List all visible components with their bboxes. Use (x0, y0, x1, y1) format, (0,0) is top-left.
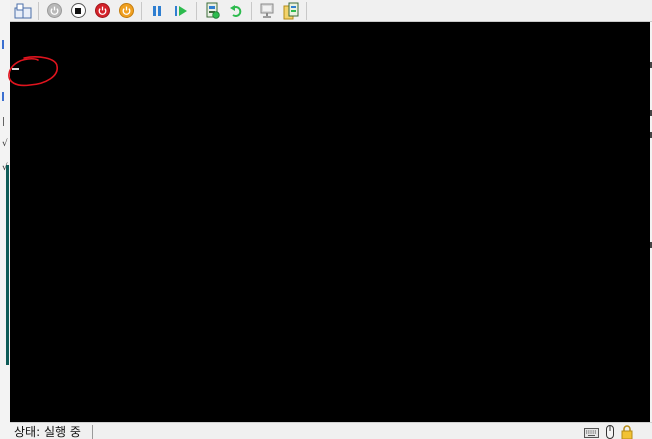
pause-button[interactable] (146, 1, 168, 21)
start-icon (46, 3, 62, 18)
vm-connection-window: | √ √ 상태: 실행 중 (0, 0, 652, 439)
toolbar-separator (196, 1, 197, 20)
save-state-icon (118, 3, 134, 18)
pause-icon (153, 5, 161, 16)
background-mark (2, 92, 4, 101)
background-accent-bar (6, 165, 9, 365)
toolbar (10, 0, 652, 22)
background-mark: √ (2, 139, 8, 149)
keyboard-icon (584, 428, 599, 438)
toolbar-separator (38, 1, 39, 20)
save-state-button[interactable] (115, 1, 137, 21)
status-separator (92, 425, 93, 439)
ctrl-alt-del-button[interactable] (12, 1, 34, 21)
turn-off-button[interactable] (67, 1, 89, 21)
resume-icon (175, 5, 187, 16)
vm-console-screen[interactable] (8, 22, 650, 422)
toolbar-separator (251, 1, 252, 20)
revert-icon (230, 4, 242, 17)
resume-button[interactable] (170, 1, 192, 21)
lock-icon (621, 425, 633, 439)
revert-button[interactable] (225, 1, 247, 21)
status-text: 상태: 실행 중 (14, 425, 81, 439)
status-bar: 상태: 실행 중 (10, 422, 652, 439)
share-button[interactable] (280, 1, 302, 21)
ctrl-alt-del-icon (14, 3, 32, 18)
shutdown-icon (94, 3, 110, 18)
enhanced-session-icon (260, 3, 274, 18)
share-icon (283, 2, 299, 19)
shutdown-button[interactable] (91, 1, 113, 21)
toolbar-separator (306, 1, 307, 20)
enhanced-session-button[interactable] (256, 1, 278, 21)
background-mark (2, 40, 4, 49)
red-circle-annotation (8, 56, 58, 87)
mouse-icon (606, 425, 614, 439)
background-mark: | (2, 117, 6, 127)
turn-off-icon (70, 3, 86, 18)
checkpoint-button[interactable] (201, 1, 223, 21)
toolbar-separator (141, 1, 142, 20)
checkpoint-icon (206, 2, 220, 19)
start-button[interactable] (43, 1, 65, 21)
